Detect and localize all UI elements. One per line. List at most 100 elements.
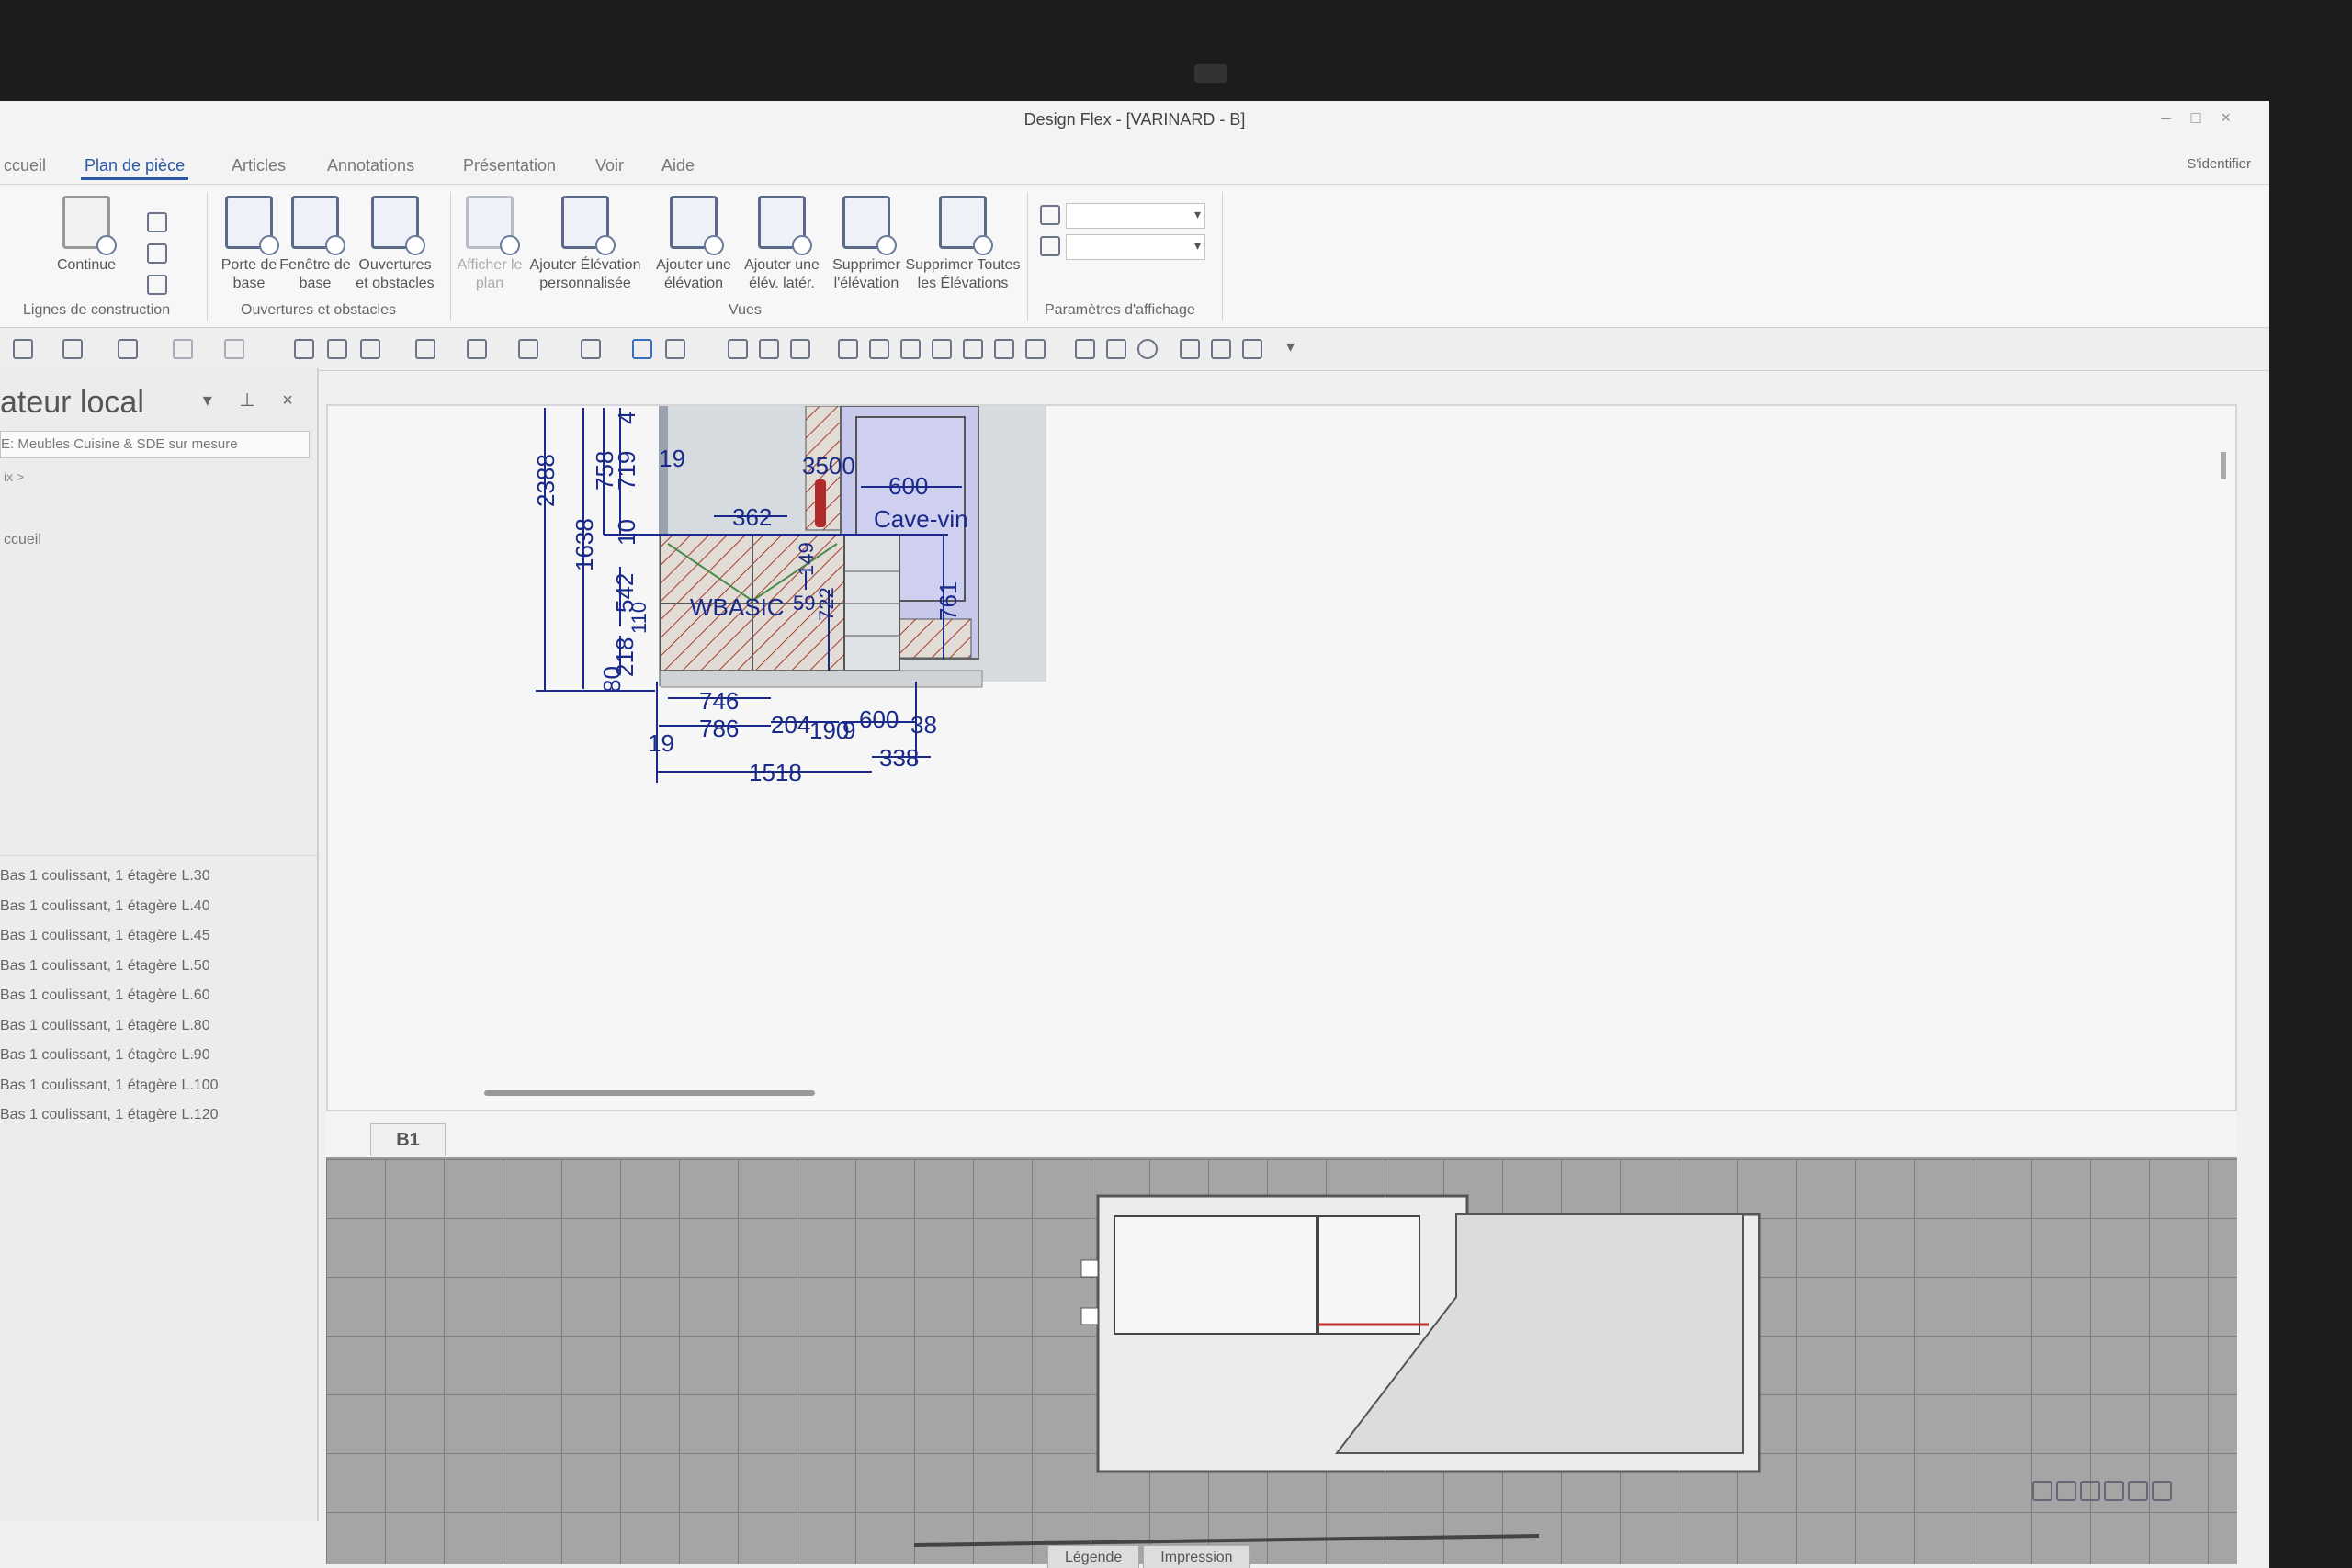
floor-plan-view[interactable] [326, 1157, 2237, 1564]
open-folder-icon[interactable] [62, 339, 83, 359]
fenetre-de-base-button[interactable]: Fenêtre de base [276, 196, 355, 293]
tab-accueil[interactable]: ccueil [0, 154, 50, 177]
paint-icon[interactable] [632, 339, 652, 359]
ajouter-perso-label: Ajouter Élévation personnalisée [529, 257, 641, 291]
tab-legende[interactable]: Légende [1047, 1545, 1140, 1568]
close-button[interactable]: × [2221, 108, 2251, 127]
construction-line-icon[interactable] [147, 212, 167, 232]
breadcrumb[interactable]: ix > [4, 469, 24, 484]
plan-cabinet-sink[interactable] [1114, 1215, 1317, 1335]
display-combo-1[interactable] [1066, 203, 1205, 229]
undo-icon[interactable] [173, 339, 193, 359]
ouvertures-obstacles-button[interactable]: Ouvertures et obstacles [354, 196, 436, 293]
quick-toolbar: ▾ [0, 328, 2269, 371]
tray-icon[interactable] [2080, 1481, 2100, 1501]
dimension-h-icon[interactable] [838, 339, 858, 359]
tab-impression[interactable]: Impression [1143, 1545, 1250, 1568]
view-page-icon[interactable] [1075, 339, 1095, 359]
list-item[interactable]: Bas 1 coulissant, 1 étagère L.90 [0, 1041, 317, 1071]
tray-icon[interactable] [2152, 1481, 2172, 1501]
globe-icon[interactable] [1137, 339, 1158, 359]
list-item[interactable]: Bas 1 coulissant, 1 étagère L.45 [0, 921, 317, 952]
dimension-vertical-icon[interactable] [1025, 339, 1046, 359]
minimize-button[interactable]: – [2162, 108, 2191, 127]
arrow-icon[interactable] [728, 339, 748, 359]
window-controls[interactable]: –□× [2162, 108, 2251, 128]
plan-handle[interactable] [1080, 1259, 1099, 1278]
ajouter-elevation-button[interactable]: Ajouter une élévation [650, 196, 738, 293]
dimension-radius-icon[interactable] [994, 339, 1014, 359]
customize-toolbar-icon[interactable]: ▾ [1286, 337, 1295, 356]
tab-aide[interactable]: Aide [658, 154, 698, 177]
tray-icon[interactable] [2104, 1481, 2124, 1501]
list-item[interactable]: Bas 1 coulissant, 1 étagère L.40 [0, 892, 317, 922]
ajouter-elevation-perso-button[interactable]: Ajouter Élévation personnalisée [521, 196, 650, 293]
continue-button[interactable]: Continue [46, 196, 127, 275]
redo-icon[interactable] [224, 339, 244, 359]
plan-cabinet-shelf[interactable] [1317, 1215, 1420, 1335]
list-item[interactable]: Bas 1 coulissant, 1 étagère L.80 [0, 1011, 317, 1042]
layout-icon[interactable] [1211, 339, 1231, 359]
construction-grid-icon[interactable] [147, 243, 167, 264]
tab-annotations[interactable]: Annotations [323, 154, 418, 177]
tab-articles[interactable]: Articles [228, 154, 289, 177]
elevation-view[interactable]: 2388 1638 758 719 4 19 10 542 110 218 80… [326, 404, 2237, 1111]
list-item[interactable]: Bas 1 coulissant, 1 étagère L.120 [0, 1100, 317, 1131]
group-label-affichage: Paramètres d'affichage [1045, 302, 1195, 318]
ribbon: Continue Lignes de construction Porte de… [0, 185, 2269, 328]
title-bar: Design Flex - [VARINARD - B] –□× [0, 101, 2269, 147]
sign-in-link[interactable]: S'identifier [2187, 156, 2251, 172]
construction-measure-icon[interactable] [147, 275, 167, 295]
list-item[interactable]: Bas 1 coulissant, 1 étagère L.50 [0, 952, 317, 982]
dim-719: 719 [613, 451, 640, 491]
dimension-diag-icon[interactable] [932, 339, 952, 359]
list-item[interactable]: Bas 1 coulissant, 1 étagère L.60 [0, 981, 317, 1011]
wine-cabinet-label: Cave-vin [874, 505, 968, 533]
horizontal-scrollbar[interactable] [484, 1090, 815, 1096]
list-item[interactable]: Bas 1 coulissant, 1 étagère L.100 [0, 1071, 317, 1101]
delete-all-elevations-icon [939, 196, 993, 255]
tray-icon[interactable] [2032, 1481, 2052, 1501]
list-item[interactable]: Bas 1 coulissant, 1 étagère L.30 [0, 862, 317, 892]
vertical-scrollbar[interactable] [2221, 452, 2226, 479]
tray-icon[interactable] [2128, 1481, 2148, 1501]
tab-voir[interactable]: Voir [592, 154, 628, 177]
save-icon[interactable] [118, 339, 138, 359]
page-print-icon[interactable] [360, 339, 380, 359]
diagonal-arrow-icon[interactable] [759, 339, 779, 359]
sheet-tab-b1[interactable]: B1 [370, 1123, 446, 1156]
group-label-vues: Vues [729, 302, 762, 318]
maximize-button[interactable]: □ [2191, 108, 2222, 127]
page-icon[interactable] [294, 339, 314, 359]
supprimer-elevation-button[interactable]: Supprimer l'élévation [822, 196, 910, 293]
group-label-construction: Lignes de construction [23, 302, 171, 318]
page-edit-icon[interactable] [327, 339, 347, 359]
cube-icon[interactable] [1242, 339, 1262, 359]
draw-line-icon[interactable] [518, 339, 538, 359]
tab-plan-de-piece[interactable]: Plan de pièce [81, 154, 189, 180]
dimension-angle-icon[interactable] [963, 339, 983, 359]
ajouter-elev-laterale-button[interactable]: Ajouter une élév. latér. [738, 196, 826, 293]
view-chart-icon[interactable] [1106, 339, 1126, 359]
afficher-le-plan-button[interactable]: Afficher le plan [450, 196, 529, 293]
new-file-icon[interactable] [13, 339, 33, 359]
folder-item[interactable]: ccueil [4, 532, 41, 548]
layers-icon[interactable] [1040, 205, 1060, 225]
select-icon[interactable] [467, 339, 487, 359]
local-catalog-panel: ateur local ▾ ⊥ × E: Meubles Cuisine & S… [0, 368, 319, 1521]
dimension-total-icon[interactable] [900, 339, 921, 359]
dimension-chain-icon[interactable] [869, 339, 889, 359]
object-3d-icon[interactable] [581, 339, 601, 359]
dimension-box-icon[interactable] [790, 339, 810, 359]
export-icon[interactable] [665, 339, 685, 359]
display-combo-2[interactable] [1066, 234, 1205, 260]
tab-presentation[interactable]: Présentation [459, 154, 560, 177]
tray-icon[interactable] [2056, 1481, 2076, 1501]
copy-objects-icon[interactable] [415, 339, 435, 359]
frame-icon[interactable] [1180, 339, 1200, 359]
supprimer-toutes-button[interactable]: Supprimer Toutes les Élévations [905, 196, 1021, 293]
plan-handle[interactable] [1080, 1307, 1099, 1325]
catalog-select[interactable]: E: Meubles Cuisine & SDE sur mesure [0, 431, 310, 458]
panel-controls[interactable]: ▾ ⊥ × [203, 389, 304, 412]
copy-icon[interactable] [1040, 236, 1060, 256]
